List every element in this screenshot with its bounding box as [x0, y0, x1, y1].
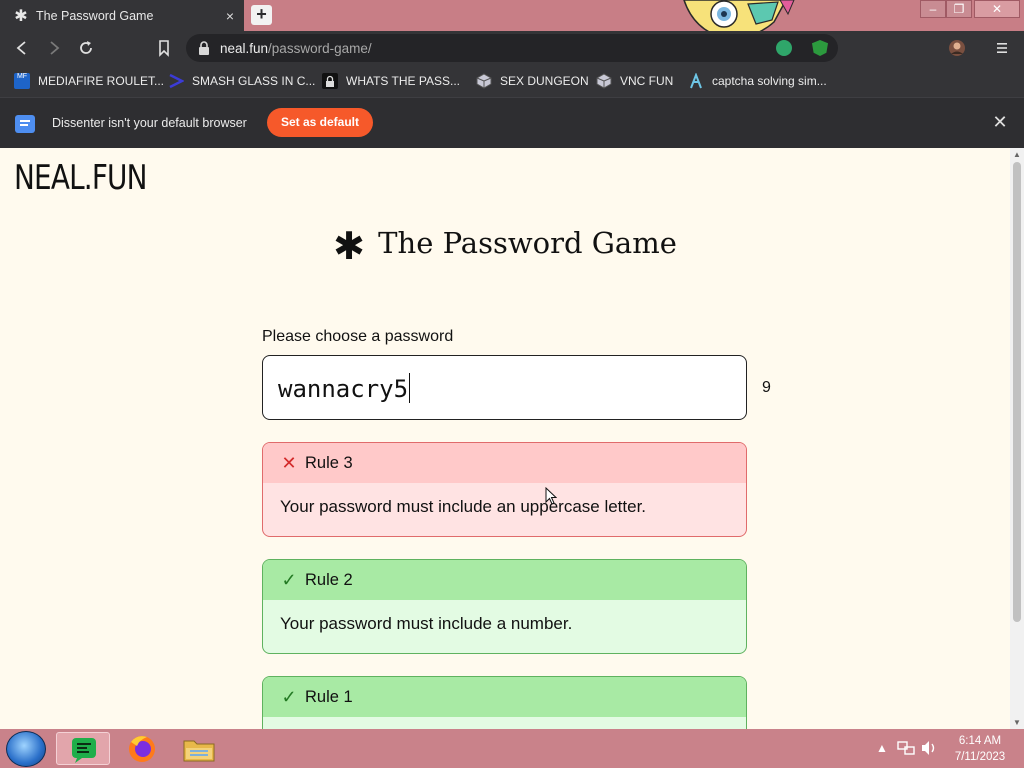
scroll-down-icon[interactable]: ▼: [1010, 718, 1024, 727]
network-icon[interactable]: [897, 739, 915, 757]
shield-icon[interactable]: [812, 40, 828, 56]
reload-icon[interactable]: [76, 38, 96, 58]
minimize-window-button[interactable]: –: [920, 0, 946, 18]
clock-date: 7/11/2023: [954, 751, 1006, 763]
os-taskbar: ▲ 6:14 AM 7/11/2023: [0, 729, 1024, 768]
lock-icon: [322, 73, 338, 89]
page-scrollbar[interactable]: ▲ ▼: [1010, 148, 1024, 729]
check-icon: ✓: [281, 569, 297, 590]
rule-header: ✓ Rule 1: [263, 677, 746, 717]
url-host: neal.fun: [220, 41, 269, 56]
taskbar-browser-app[interactable]: [56, 732, 110, 765]
text-caret: [409, 373, 411, 403]
chevron-icon: [169, 73, 184, 89]
cube-icon: [596, 73, 612, 89]
neal-fun-logo[interactable]: NEAL.FUN: [14, 158, 148, 198]
maximize-window-button[interactable]: ❐: [946, 0, 972, 18]
bookmark-item[interactable]: SEX DUNGEON: [476, 72, 589, 90]
lock-icon: [199, 41, 209, 55]
rule-name: Rule 1: [305, 687, 353, 706]
forward-icon[interactable]: [44, 38, 64, 58]
mouse-pointer-icon: [545, 487, 557, 505]
rule-card-2: ✓ Rule 2 Your password must include a nu…: [262, 559, 747, 654]
close-infobar-icon[interactable]: ✕: [990, 112, 1010, 133]
url-text: neal.fun/password-game/: [220, 41, 372, 56]
clock-time: 6:14 AM: [958, 735, 1002, 747]
page-title: ✱ The Password Game: [0, 218, 1010, 268]
rule-description: [263, 717, 746, 729]
page-viewport: NEAL.FUN ✱ The Password Game Please choo…: [0, 148, 1024, 729]
cube-icon: [476, 73, 492, 89]
password-prompt: Please choose a password: [262, 328, 454, 345]
bookmark-item[interactable]: captcha solving sim...: [688, 72, 827, 90]
infobar-message: Dissenter isn't your default browser: [52, 116, 247, 130]
system-clock[interactable]: 6:14 AM 7/11/2023: [950, 733, 1010, 765]
address-bar[interactable]: neal.fun/password-game/: [186, 34, 838, 62]
title-text: The Password Game: [378, 226, 677, 260]
bookmark-icon[interactable]: [154, 38, 174, 58]
bookmark-label: VNC FUN: [620, 74, 674, 88]
set-as-default-button[interactable]: Set as default: [267, 108, 373, 137]
browser-toolbar: neal.fun/password-game/: [0, 31, 1024, 64]
rule-card-3: ✕ Rule 3 Your password must include an u…: [262, 442, 747, 537]
bookmark-item[interactable]: VNC FUN: [596, 72, 673, 90]
menu-icon[interactable]: [992, 38, 1012, 58]
tab-title: The Password Game: [36, 8, 154, 23]
rule-card-1: ✓ Rule 1: [262, 676, 747, 729]
bookmark-label: MEDIAFIRE ROULET...: [38, 74, 165, 88]
mediafire-icon: MF: [14, 73, 30, 89]
check-icon: ✓: [281, 686, 297, 707]
bookmarks-bar: MF MEDIAFIRE ROULET... SMASH GLASS IN C.…: [0, 64, 1024, 97]
bookmark-label: captcha solving sim...: [712, 74, 827, 88]
password-input[interactable]: wannacry5: [262, 355, 747, 420]
asterisk-icon: ✱: [333, 224, 365, 268]
taskbar-file-explorer[interactable]: [172, 732, 226, 765]
back-icon[interactable]: [12, 38, 32, 58]
password-length-counter: 9: [762, 379, 771, 396]
rule-description: Your password must include a number.: [280, 614, 573, 633]
chat-app-icon: [72, 738, 96, 763]
volume-icon[interactable]: [920, 739, 938, 757]
new-tab-button[interactable]: +: [251, 5, 272, 25]
folder-icon: [183, 740, 215, 762]
default-browser-infobar: Dissenter isn't your default browser Set…: [0, 97, 1024, 148]
start-button[interactable]: [6, 731, 46, 767]
rule-header: ✓ Rule 2: [263, 560, 746, 600]
password-text: wannacry5: [278, 375, 409, 403]
cross-icon: ✕: [281, 452, 297, 473]
show-hidden-icons[interactable]: ▲: [876, 741, 888, 755]
close-tab-icon[interactable]: ×: [220, 8, 240, 24]
bookmark-label: SMASH GLASS IN C...: [192, 74, 316, 88]
url-path: /password-game/: [268, 41, 372, 56]
bookmark-item[interactable]: MF MEDIAFIRE ROULET...: [14, 72, 164, 90]
bookmark-label: SEX DUNGEON: [500, 74, 589, 88]
scrollbar-thumb[interactable]: [1013, 162, 1021, 622]
extension-green-icon[interactable]: [776, 40, 792, 56]
asterisk-icon: ✱: [14, 7, 28, 25]
password-value: wannacry5: [278, 373, 411, 403]
firefox-icon: [129, 736, 155, 762]
rule-description: Your password must include an uppercase …: [280, 497, 647, 516]
rule-name: Rule 2: [305, 570, 353, 589]
bookmark-item[interactable]: SMASH GLASS IN C...: [168, 72, 315, 90]
bookmark-label: WHATS THE PASS...: [346, 74, 461, 88]
close-window-button[interactable]: ✕: [974, 0, 1020, 18]
rule-name: Rule 3: [305, 453, 353, 472]
rule-header: ✕ Rule 3: [263, 443, 746, 483]
taskbar-firefox[interactable]: [115, 732, 169, 765]
scroll-up-icon[interactable]: ▲: [1010, 150, 1024, 159]
profile-avatar[interactable]: [947, 38, 967, 58]
bookmark-item[interactable]: WHATS THE PASS...: [322, 72, 460, 90]
tab-password-game[interactable]: ✱ The Password Game ×: [0, 0, 244, 31]
message-icon: [15, 115, 35, 133]
lambda-icon: [690, 73, 702, 89]
tab-strip: ✱ The Password Game × + – ❐ ✕: [0, 0, 1024, 39]
